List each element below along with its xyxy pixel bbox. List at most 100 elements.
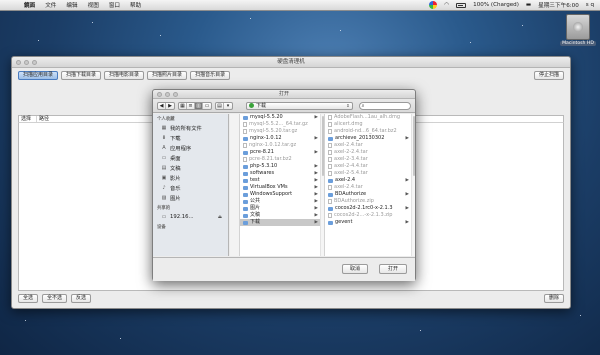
sidebar-item[interactable]: ♪ 音乐 [153, 183, 228, 193]
folder-row[interactable]: WindowsSupport ▶ [240, 191, 324, 198]
input-flag-icon[interactable]: ▬ [526, 2, 531, 8]
sidebar-item[interactable]: ▭ 桌面 [153, 153, 228, 163]
forward-arrow-icon[interactable]: ▶ [166, 103, 174, 109]
file-icon [243, 122, 247, 127]
menu-item-view[interactable]: 视图 [88, 1, 99, 9]
sidebar-item[interactable]: ⬇ 下载 [153, 133, 228, 143]
cover-flow-icon[interactable]: ▭ [203, 103, 211, 109]
folder-icon [243, 164, 248, 169]
close-button[interactable] [16, 60, 21, 65]
file-row[interactable]: axel-2.4.tar [325, 142, 415, 149]
stop-scan-button[interactable]: 停止扫描 [533, 71, 564, 80]
column-scrollbar[interactable] [320, 114, 324, 256]
menu-app-name[interactable]: 鏡面 [24, 1, 35, 9]
tab-scan-downloads[interactable]: 扫描下载目录 [61, 71, 102, 80]
dialog-zoom-button[interactable] [173, 92, 178, 97]
icon-view-icon[interactable]: ▦ [179, 102, 187, 109]
folder-row[interactable]: cocos2d-2.1rc0-x-2.1.3 ▶ [325, 205, 415, 212]
wifi-icon[interactable]: ◠ [444, 2, 449, 8]
file-row[interactable]: AdobeFlash...1au_alh.dmg [325, 114, 415, 121]
column-header-select[interactable]: 选择 [19, 116, 37, 122]
invert-selection-button[interactable]: 反选 [71, 294, 92, 303]
chevron-down-icon[interactable]: ▾ [224, 103, 232, 109]
file-row[interactable]: axel-2-5.4.tar [325, 170, 415, 177]
sidebar-item[interactable]: ▨ 图片 [153, 193, 228, 203]
folder-row[interactable]: gevent ▶ [325, 219, 415, 226]
file-row[interactable]: android-nd...6_64.tar.bz2 [325, 128, 415, 135]
sidebar-item[interactable]: ▦ 我的所有文件 [153, 123, 228, 133]
wallpaper-star [38, 40, 39, 41]
item-name: WindowsSupport [250, 191, 293, 197]
battery-icon[interactable] [456, 2, 467, 8]
file-row[interactable]: BDAuthorize.zip [325, 198, 415, 205]
select-none-button[interactable]: 全不选 [42, 294, 68, 303]
column-view-icon[interactable]: ▥ [195, 102, 203, 109]
browser-column-3[interactable]: AdobeFlash...1au_alh.dmg alicert.dmg andro… [325, 114, 415, 256]
location-popup[interactable]: 下载 ⇕ [246, 101, 353, 110]
folder-row[interactable]: archieve_20130302 ▶ [325, 135, 415, 142]
folder-row[interactable]: 文稿 ▶ [240, 212, 324, 219]
battery-status[interactable]: 100% (Charged) [473, 2, 519, 8]
file-icon [243, 143, 247, 148]
color-picker-icon[interactable] [429, 1, 438, 9]
arrange-icon[interactable]: ▤ [216, 102, 224, 109]
folder-row[interactable]: test ▶ [240, 177, 324, 184]
file-row[interactable]: mysql-5.5.20.tar.gz [240, 128, 324, 135]
folder-row[interactable]: softwares ▶ [240, 170, 324, 177]
folder-row[interactable]: 图片 ▶ [240, 205, 324, 212]
minimize-button[interactable] [24, 60, 29, 65]
file-row[interactable]: mysql-5.5.2..._64.tar.gz [240, 121, 324, 128]
tab-scan-movies[interactable]: 扫描电影目录 [104, 71, 145, 80]
folder-row[interactable]: 公共 ▶ [240, 198, 324, 205]
browser-column-2[interactable]: mysql-5.5.20 ▶ mysql-5.5.2..._64.tar.gz mys… [240, 114, 325, 256]
search-field[interactable]: ⌕ [358, 101, 411, 110]
folder-row[interactable]: mysql-5.5.20 ▶ [240, 114, 324, 121]
folder-row[interactable]: axel-2.4 ▶ [325, 177, 415, 184]
tab-scan-pictures[interactable]: 扫描照片目录 [147, 71, 188, 80]
folder-row[interactable]: VirtualBox VMs ▶ [240, 184, 324, 191]
folder-icon [243, 185, 248, 190]
sidebar-item[interactable]: A 应用程序 [153, 143, 228, 153]
zoom-button[interactable] [32, 60, 37, 65]
tab-scan-music[interactable]: 扫描音乐目录 [190, 71, 231, 80]
folder-row[interactable]: 下载 ▶ [240, 219, 324, 226]
open-button[interactable]: 打开 [378, 264, 407, 274]
folder-row[interactable]: nginx-1.0.12 ▶ [240, 135, 324, 142]
column-header-path[interactable]: 路径 [37, 116, 49, 122]
file-row[interactable]: axel-2-2.4.tar [325, 149, 415, 156]
clock[interactable]: 星期三下午6:00 [538, 1, 579, 9]
dialog-minimize-button[interactable] [165, 92, 170, 97]
desktop-hard-drive[interactable]: Macintosh HD [560, 14, 596, 46]
back-arrow-icon[interactable]: ◀ [158, 102, 166, 109]
cancel-button[interactable]: 取消 [341, 264, 368, 274]
folder-row[interactable]: BDAuthorize ▶ [325, 191, 415, 198]
file-row[interactable]: cocos2d-2...-x-2.1.3.zip [325, 212, 415, 219]
main-window-titlebar[interactable]: 硬盘清理机 [12, 57, 570, 68]
folder-row[interactable]: pcre-8.21 ▶ [240, 149, 324, 156]
sidebar-item[interactable]: ▣ 影片 [153, 173, 228, 183]
delete-button[interactable]: 删除 [543, 294, 564, 303]
file-row[interactable]: alicert.dmg [325, 121, 415, 128]
sidebar-item[interactable]: ▤ 文稿 [153, 163, 228, 173]
menu-item-help[interactable]: 帮助 [130, 1, 141, 9]
folder-row[interactable]: php-5.3.10 ▶ [240, 163, 324, 170]
file-row[interactable]: axel-2.4.tar [325, 184, 415, 191]
download-icon: ⬇ [161, 135, 167, 141]
menu-item-edit[interactable]: 编辑 [66, 1, 77, 9]
list-view-icon[interactable]: ≡ [187, 102, 195, 109]
menu-item-window[interactable]: 窗口 [109, 1, 120, 9]
column-scrollbar[interactable] [411, 114, 415, 256]
menu-item-file[interactable]: 文件 [45, 1, 56, 9]
file-row[interactable]: axel-2-3.4.tar [325, 156, 415, 163]
file-row[interactable]: pcre-8.21.tar.bz2 [240, 156, 324, 163]
dialog-close-button[interactable] [157, 92, 162, 97]
user-name[interactable]: s q [586, 2, 594, 8]
dialog-titlebar[interactable]: 打开 [153, 90, 415, 99]
select-all-button[interactable]: 全选 [18, 294, 39, 303]
file-row[interactable]: nginx-1.0.12.tar.gz [240, 142, 324, 149]
file-row[interactable]: axel-2-4.4.tar [325, 163, 415, 170]
tab-scan-apps[interactable]: 扫描应用目录 [18, 71, 59, 80]
sidebar-item-network-share[interactable]: ▭ 192.16... ⏏ [153, 212, 228, 222]
eject-icon[interactable]: ⏏ [218, 215, 222, 220]
browser-column-1[interactable] [230, 114, 240, 256]
